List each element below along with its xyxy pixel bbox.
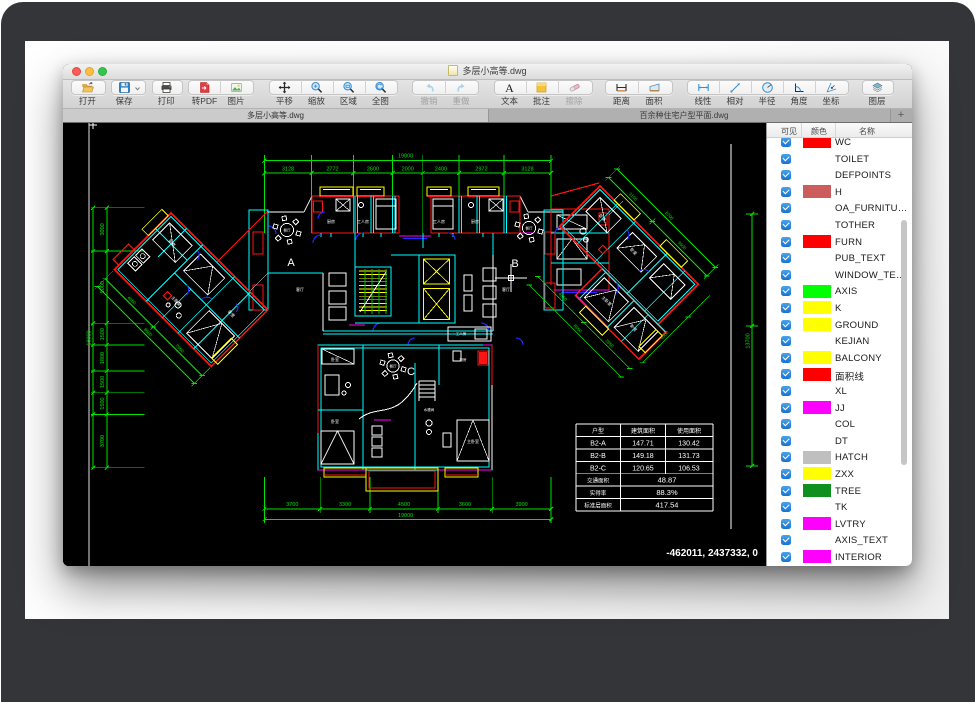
svg-text:3900: 3900 <box>515 502 527 508</box>
svg-text:1500: 1500 <box>100 397 106 409</box>
svg-text:19000: 19000 <box>398 154 413 160</box>
svg-text:C: C <box>407 366 415 378</box>
svg-text:建筑面积: 建筑面积 <box>631 427 655 435</box>
svg-text:厨房: 厨房 <box>460 357 468 362</box>
svg-text:工人房: 工人房 <box>433 218 445 224</box>
svg-text:A: A <box>505 81 514 94</box>
svg-text:120.65: 120.65 <box>632 465 654 472</box>
svg-text:3000: 3000 <box>100 223 106 235</box>
svg-text:2400: 2400 <box>435 166 447 172</box>
svg-text:厨房: 厨房 <box>471 218 479 224</box>
svg-text:B2-B: B2-B <box>590 453 606 460</box>
svg-text:2772: 2772 <box>326 166 338 172</box>
svg-text:卧室: 卧室 <box>331 356 339 362</box>
svg-text:3700: 3700 <box>100 435 106 447</box>
svg-text:1500: 1500 <box>100 328 106 340</box>
svg-text:3700: 3700 <box>286 502 298 508</box>
svg-text:实得率: 实得率 <box>590 489 607 497</box>
svg-text:130.42: 130.42 <box>678 440 700 447</box>
svg-text:工人房: 工人房 <box>357 218 369 224</box>
svg-text:主卧室: 主卧室 <box>467 438 479 444</box>
svg-text:B2-C: B2-C <box>590 465 606 472</box>
svg-text:2972: 2972 <box>475 166 487 172</box>
svg-text:标准层面积: 标准层面积 <box>584 502 612 510</box>
svg-text:3300: 3300 <box>339 502 351 508</box>
svg-text:131.73: 131.73 <box>678 453 700 460</box>
svg-text:餐厅: 餐厅 <box>526 226 534 231</box>
svg-text:18000: 18000 <box>87 330 93 345</box>
svg-text:19000: 19000 <box>398 513 413 519</box>
svg-text:13700: 13700 <box>746 333 752 348</box>
svg-text:B: B <box>511 258 518 270</box>
svg-text:餐厅: 餐厅 <box>390 364 398 369</box>
svg-text:工人房: 工人房 <box>456 331 467 336</box>
svg-text:417.54: 417.54 <box>656 501 679 510</box>
svg-text:3128: 3128 <box>521 166 533 172</box>
svg-text:88.3%: 88.3% <box>656 488 678 497</box>
svg-text:户型: 户型 <box>592 427 604 435</box>
svg-text:1800: 1800 <box>100 352 106 364</box>
svg-text:4500: 4500 <box>398 502 410 508</box>
svg-text:交通面积: 交通面积 <box>587 477 610 485</box>
svg-text:3600: 3600 <box>459 502 471 508</box>
svg-text:厨房: 厨房 <box>327 218 335 224</box>
svg-text:客厅: 客厅 <box>296 286 304 292</box>
svg-text:A: A <box>287 257 295 269</box>
svg-text:B2-A: B2-A <box>590 440 606 447</box>
svg-text:106.53: 106.53 <box>678 465 700 472</box>
svg-text:2600: 2600 <box>367 166 379 172</box>
svg-text:使用面积: 使用面积 <box>677 427 701 435</box>
svg-text:149.18: 149.18 <box>632 453 654 460</box>
svg-text:2000: 2000 <box>402 166 414 172</box>
svg-text:水槽间: 水槽间 <box>424 407 435 412</box>
svg-text:147.71: 147.71 <box>632 440 654 447</box>
svg-text:48.87: 48.87 <box>658 476 677 485</box>
svg-text:3128: 3128 <box>282 166 294 172</box>
svg-text:餐厅: 餐厅 <box>284 228 292 233</box>
svg-text:客厅: 客厅 <box>502 286 510 292</box>
svg-text:卧室: 卧室 <box>331 418 339 424</box>
svg-text:-462011, 2437332, 0: -462011, 2437332, 0 <box>666 548 758 559</box>
svg-text:1500: 1500 <box>100 376 106 388</box>
